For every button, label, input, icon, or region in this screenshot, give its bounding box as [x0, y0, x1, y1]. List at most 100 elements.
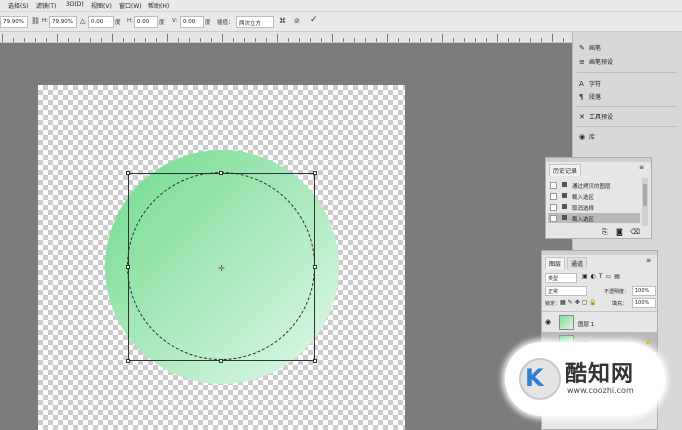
panel-brush[interactable]: ✎ 画笔 [579, 43, 601, 52]
ruler-tick [233, 38, 234, 42]
transform-handle-top[interactable] [219, 171, 223, 175]
transform-handle-bottom[interactable] [219, 359, 223, 363]
degree-unit: 度 [115, 20, 121, 26]
panel-brush-presets[interactable]: ≡ 画笔预设 [579, 57, 613, 66]
v-skew-field[interactable]: 0.00 [180, 16, 204, 28]
ruler-tick [101, 38, 102, 42]
history-row[interactable]: 通过拷贝的图层 [548, 180, 640, 190]
brush-presets-icon: ≡ [579, 58, 585, 66]
trash-icon[interactable]: ⌫ [630, 228, 640, 236]
character-icon: A [579, 80, 584, 88]
ruler-tick [2, 34, 3, 42]
fill-field[interactable]: 100% [632, 298, 656, 308]
ruler-tick [255, 38, 256, 42]
ruler-tick [156, 38, 157, 42]
menu-select[interactable]: 选择(S) [8, 1, 29, 10]
angle-field[interactable]: 0.00 [88, 16, 114, 28]
link-icon[interactable]: ⛓ [31, 17, 40, 25]
paragraph-icon: ¶ [579, 93, 584, 101]
tab-channels[interactable]: 通道 [567, 257, 588, 269]
menu-view[interactable]: 视图(V) [91, 1, 112, 10]
warp-icon[interactable]: ⌘ [279, 17, 286, 25]
ruler-tick [530, 38, 531, 42]
ruler-tick [123, 38, 124, 42]
h-skew-field[interactable]: 0.00 [134, 16, 158, 28]
ruler-tick [541, 38, 542, 42]
ruler-tick [409, 38, 410, 42]
history-row[interactable]: 载入选区 [548, 191, 640, 201]
ruler-tick [145, 38, 146, 42]
scrollbar[interactable] [642, 178, 648, 226]
cancel-transform-button[interactable]: ⊘ [294, 17, 300, 25]
ruler-tick [178, 38, 179, 42]
lock-icon: 🔒 [644, 338, 652, 345]
transform-handle-bottom-right[interactable] [313, 359, 317, 363]
layer-icon [562, 204, 567, 209]
panel-character[interactable]: A 字符 [579, 79, 601, 88]
ruler-tick [299, 38, 300, 42]
width-field[interactable]: 79.90% [0, 16, 28, 28]
ruler-tick [211, 38, 212, 42]
menu-window[interactable]: 窗口(W) [119, 1, 142, 10]
menu-3d[interactable]: 3D(D) [66, 1, 84, 8]
opacity-field[interactable]: 100% [632, 286, 656, 296]
angle-icon: △ [80, 17, 86, 25]
layer-icon [562, 215, 567, 220]
brush-icon: ✎ [579, 44, 585, 52]
interpolation-select[interactable]: 两次立方 [236, 16, 274, 28]
ruler-tick [112, 34, 113, 42]
panel-tool-presets[interactable]: ✕ 工具预设 [579, 112, 613, 121]
transform-handle-left[interactable] [126, 265, 130, 269]
transform-handle-right[interactable] [313, 265, 317, 269]
ruler-tick [310, 38, 311, 42]
commit-transform-button[interactable]: ✓ [310, 15, 318, 25]
height-field[interactable]: 79.90% [49, 16, 77, 28]
tab-layers[interactable]: 图层 [545, 257, 566, 269]
snapshot-from-state-icon[interactable]: ⎘ [602, 228, 608, 237]
panel-library[interactable]: ◉ 库 [579, 132, 595, 141]
ruler-tick [79, 38, 80, 42]
ruler-tick [508, 38, 509, 42]
reference-point-icon[interactable]: ✛ [218, 264, 225, 273]
menu-filter[interactable]: 滤镜(T) [36, 1, 56, 10]
layer-kind-filter[interactable]: 类型 [545, 273, 577, 283]
history-row[interactable]: 取消选择 [548, 202, 640, 212]
panel-paragraph[interactable]: ¶ 段落 [579, 92, 601, 101]
camera-icon[interactable]: ◙ [616, 228, 623, 236]
ruler-tick [90, 38, 91, 42]
transform-handle-top-right[interactable] [313, 171, 317, 175]
ruler-tick [365, 38, 366, 42]
interpolation-label: 插值： [217, 20, 234, 26]
transform-handle-bottom-left[interactable] [126, 359, 130, 363]
menu-help[interactable]: 帮助(H) [148, 1, 169, 10]
ruler-tick [420, 38, 421, 42]
panel-menu-icon[interactable]: ≡ [639, 164, 644, 171]
transform-handle-top-left[interactable] [126, 171, 130, 175]
ruler-tick [376, 38, 377, 42]
panel-menu-icon[interactable]: ≡ [646, 257, 651, 264]
ruler-tick [442, 34, 443, 42]
layer-row[interactable]: ◉ 图层 1 [542, 311, 657, 332]
ruler-tick [200, 38, 201, 42]
menu-bar: 选择(S) 滤镜(T) 3D(D) 视图(V) 窗口(W) 帮助(H) [0, 0, 682, 12]
lock-icons[interactable]: ▦✎✥▢🔒 [560, 299, 599, 306]
ruler-tick [189, 38, 190, 42]
layer-filter-icons[interactable]: ▣◐T▭▤ [582, 273, 623, 280]
ruler-tick [57, 34, 58, 42]
ruler-tick [387, 34, 388, 42]
degree-unit: 度 [205, 20, 211, 26]
tab-history[interactable]: 历史记录 [549, 164, 582, 176]
blend-mode-select[interactable]: 正常 [545, 286, 587, 296]
ruler-tick [134, 38, 135, 42]
ruler-tick [288, 38, 289, 42]
history-row-selected[interactable]: 载入选区 [548, 213, 640, 223]
ruler-tick [453, 38, 454, 42]
ruler-tick [68, 38, 69, 42]
options-bar: 79.90% ⛓ H: 79.90% △ 0.00 度 H: 0.00 度 V:… [0, 12, 682, 32]
ruler-tick [244, 38, 245, 42]
watermark-url: www.coozhi.com [567, 386, 634, 395]
ruler-tick [497, 34, 498, 42]
eye-icon[interactable]: ◉ [545, 318, 551, 326]
ruler-tick [398, 38, 399, 42]
ruler-tick [24, 38, 25, 42]
